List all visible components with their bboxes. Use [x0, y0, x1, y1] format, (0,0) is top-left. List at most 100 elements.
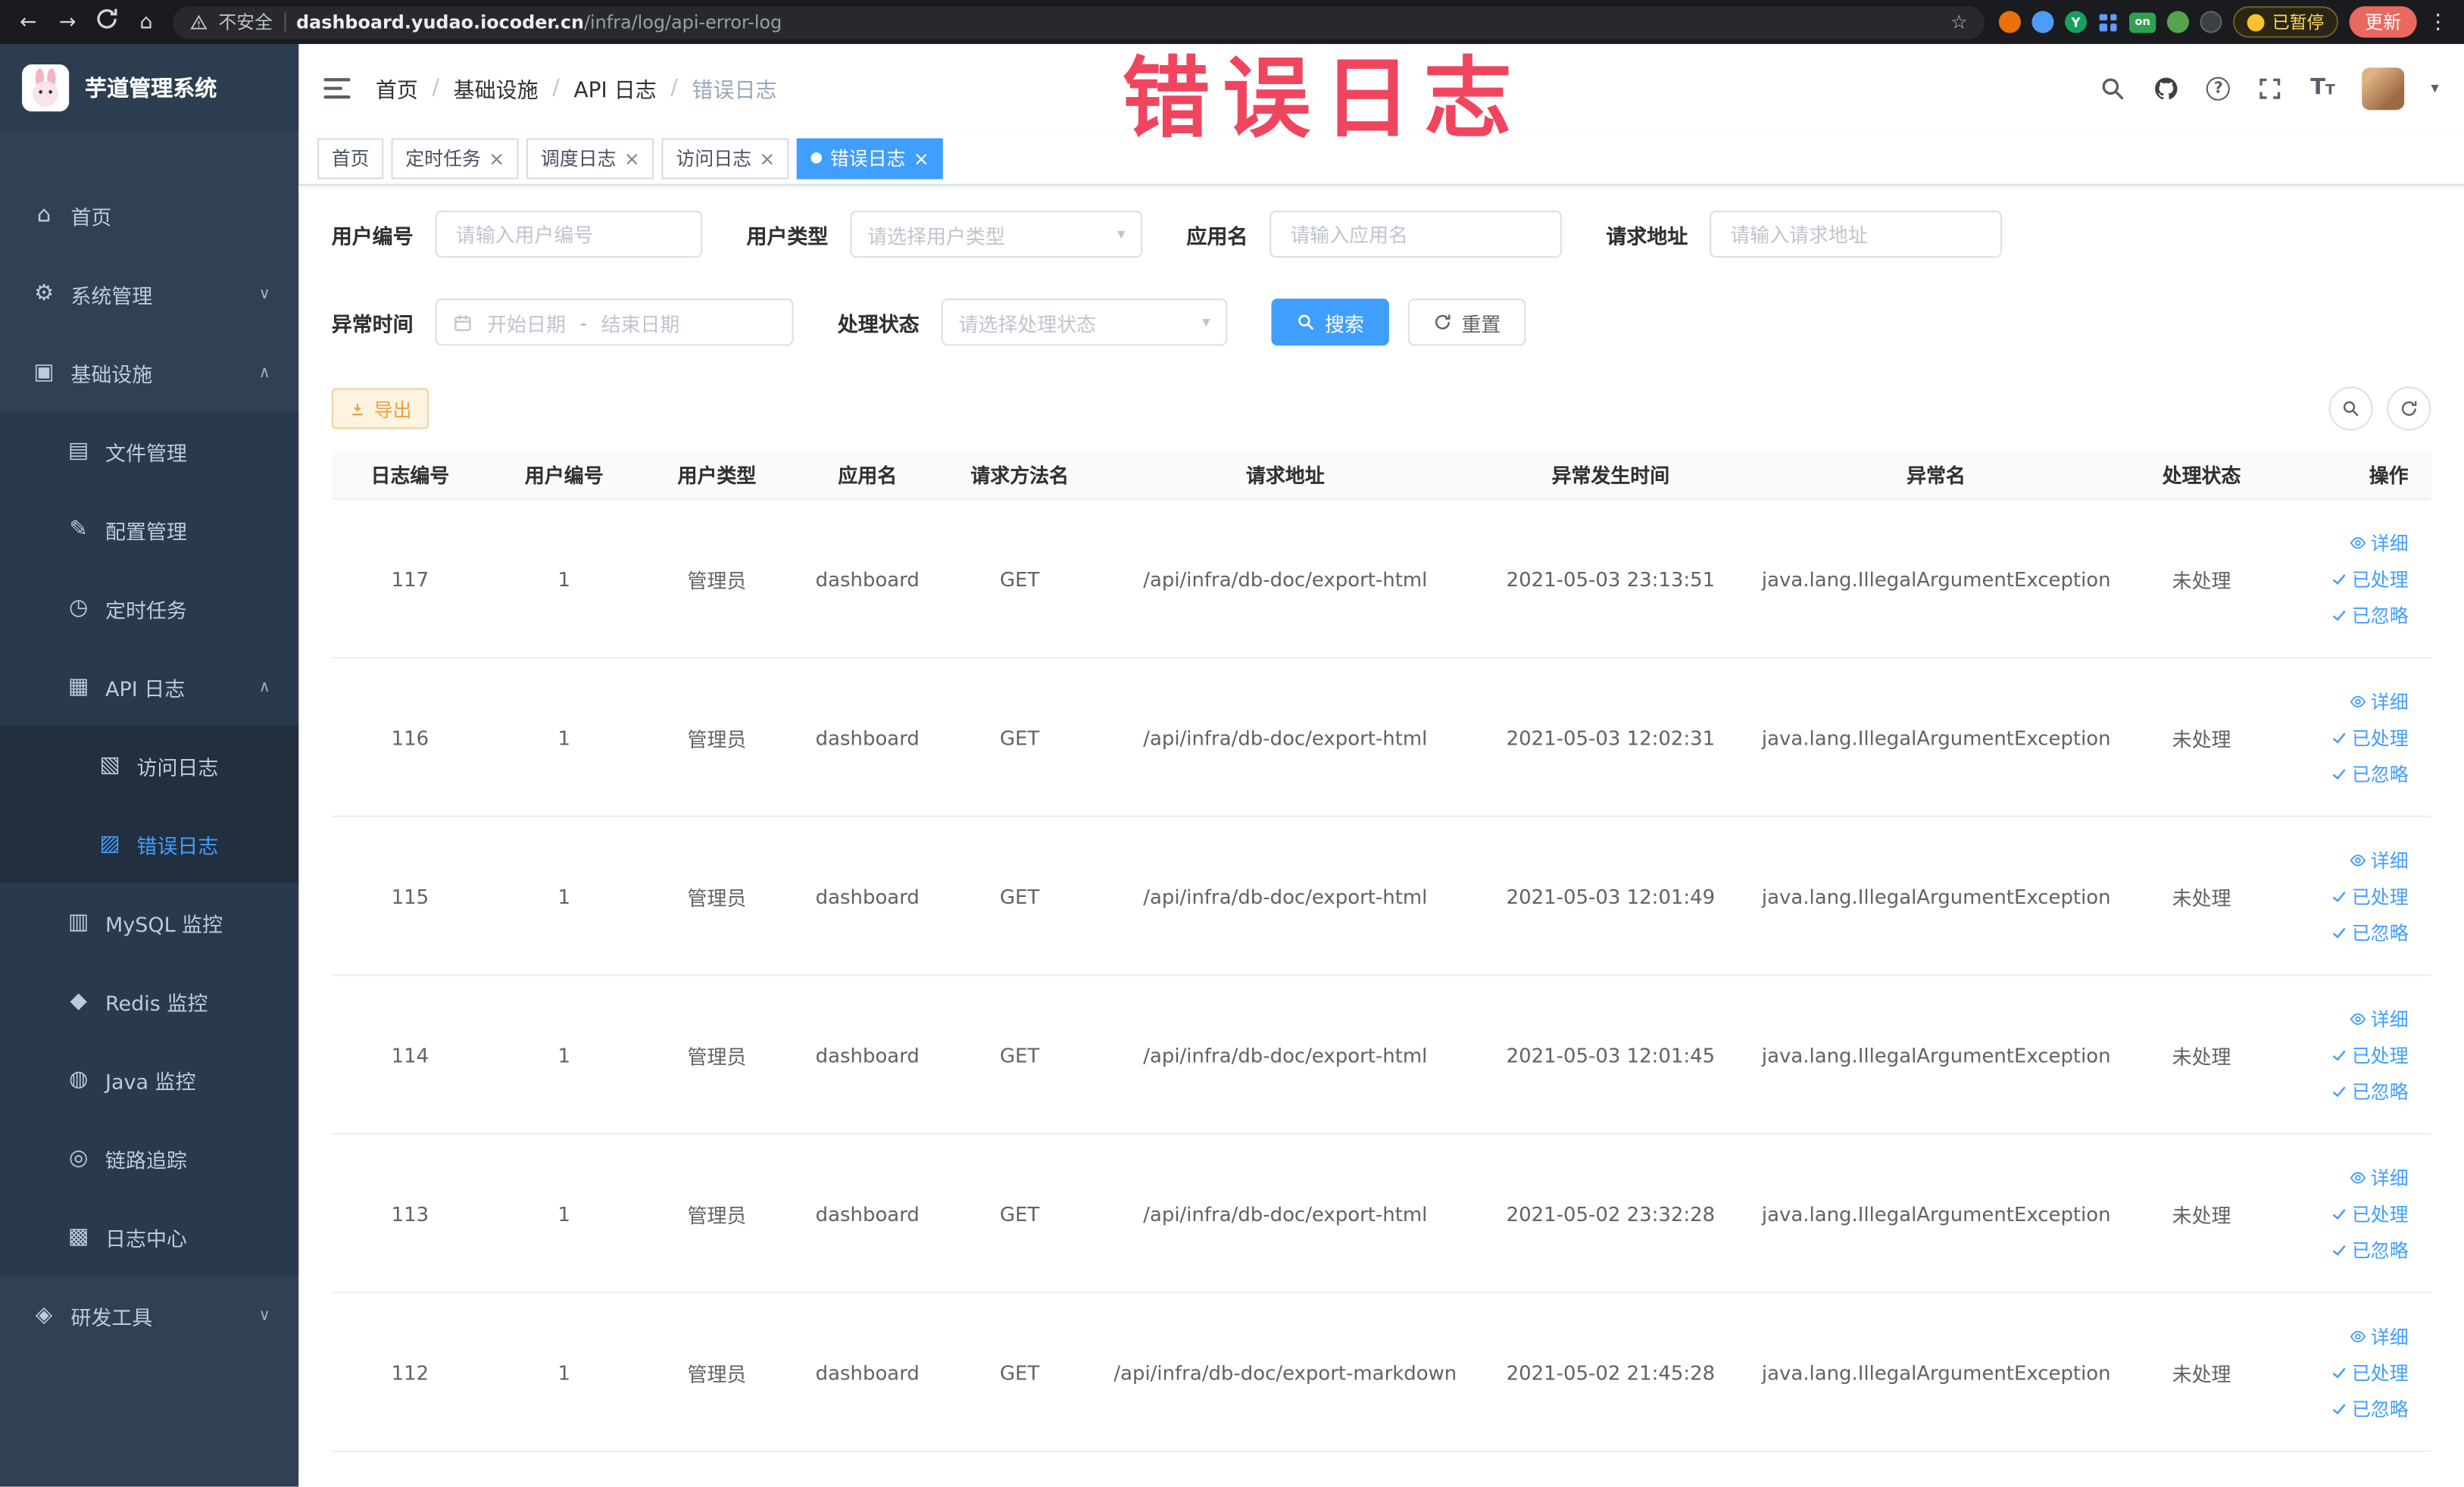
tag-schedule-log[interactable]: 调度日志 ×	[526, 137, 654, 179]
sidebar-item-devtools[interactable]: ◈ 研发工具 ∨	[0, 1276, 298, 1355]
request-url-input[interactable]	[1710, 210, 2003, 258]
tag-error-log[interactable]: 错误日志 ×	[797, 137, 944, 179]
detail-link-label: 详细	[2370, 849, 2409, 872]
caret-down-icon[interactable]: ▾	[2431, 80, 2438, 97]
sidebar-item-api-log[interactable]: ▦ API 日志 ∧	[0, 647, 299, 726]
extension-on-icon[interactable]: on	[2129, 11, 2156, 33]
redis-icon: ◆	[70, 988, 87, 1014]
sidebar-item-infrastructure[interactable]: ▣ 基础设施 ∧	[0, 333, 298, 412]
reload-icon[interactable]	[94, 6, 119, 37]
sidebar-item-mysql-monitor[interactable]: ▥ MySQL 监控	[0, 883, 299, 962]
date-range-picker[interactable]: 开始日期 - 结束日期	[435, 298, 794, 346]
detail-link[interactable]: 详细	[2349, 529, 2409, 555]
cell-url: /api/infra/db-doc/export-html	[1143, 725, 1428, 749]
table-row: 113 1 管理员 dashboard GET /api/infra/db-do…	[331, 1135, 2431, 1294]
paused-badge[interactable]: 已暂停	[2233, 6, 2339, 38]
ignore-link[interactable]: 已忽略	[2330, 601, 2409, 628]
breadcrumb-item[interactable]: API 日志	[573, 72, 656, 104]
breadcrumb-item[interactable]: 基础设施	[454, 72, 539, 104]
chrome-update-button[interactable]: 更新	[2349, 6, 2417, 38]
processed-link[interactable]: 已处理	[2330, 1200, 2409, 1226]
refresh-button[interactable]	[2387, 386, 2431, 431]
breadcrumb-separator: /	[552, 75, 560, 101]
url-path: /infra/log/api-error-log	[584, 11, 782, 33]
hide-search-button[interactable]	[2328, 386, 2373, 431]
logo-row[interactable]: 芋道管理系统	[0, 44, 299, 133]
process-status-select[interactable]: 请选择处理状态 ▾	[941, 298, 1228, 346]
processed-link[interactable]: 已处理	[2330, 1041, 2409, 1067]
detail-link[interactable]: 详细	[2349, 1164, 2409, 1190]
sidebar-item-system-manage[interactable]: ⚙ 系统管理 ∨	[0, 255, 298, 333]
cell-exception: java.lang.IllegalArgumentException	[1761, 566, 2111, 591]
sidebar-item-label: 定时任务	[105, 599, 187, 623]
tag-scheduled-task[interactable]: 定时任务 ×	[391, 137, 519, 179]
export-button[interactable]: 导出	[331, 388, 429, 430]
cell-status: 未处理	[2172, 886, 2231, 910]
sidebar-item-scheduled-task[interactable]: ◷ 定时任务	[0, 569, 299, 648]
sidebar-item-log-center[interactable]: ▩ 日志中心	[0, 1197, 299, 1276]
extension-leaf-icon[interactable]	[2166, 11, 2189, 33]
address-bar[interactable]: 不安全 dashboard.yudao.iocoder.cn/infra/log…	[173, 5, 1985, 39]
cell-app: dashboard	[815, 1042, 920, 1067]
sidebar-item-java-monitor[interactable]: ◍ Java 监控	[0, 1040, 299, 1120]
avatar[interactable]	[2362, 67, 2405, 110]
sidebar-fold-icon[interactable]	[323, 77, 351, 100]
bookmark-star-icon[interactable]: ☆	[1950, 11, 1967, 33]
home-icon[interactable]: ⌂	[133, 10, 158, 33]
sidebar-item-error-log[interactable]: ▨ 错误日志	[0, 804, 299, 883]
sidebar-item-config-manage[interactable]: ✎ 配置管理	[0, 490, 299, 570]
sidebar-item-access-log[interactable]: ▧ 访问日志	[0, 726, 299, 805]
ignore-link[interactable]: 已忽略	[2330, 1395, 2409, 1421]
sidebar-item-label: 文件管理	[105, 442, 187, 467]
detail-link[interactable]: 详细	[2349, 1323, 2409, 1349]
sidebar-item-trace[interactable]: ◎ 链路追踪	[0, 1119, 299, 1198]
processed-link[interactable]: 已处理	[2330, 1358, 2409, 1385]
processed-link-label: 已处理	[2351, 1203, 2409, 1226]
help-icon[interactable]: ?	[2206, 76, 2231, 100]
tag-access-log[interactable]: 访问日志 ×	[661, 137, 789, 179]
ignore-link[interactable]: 已忽略	[2330, 1077, 2409, 1104]
sidebar-item-redis-monitor[interactable]: ◆ Redis 监控	[0, 961, 299, 1041]
detail-link[interactable]: 详细	[2349, 1005, 2409, 1032]
user-id-input[interactable]	[435, 210, 703, 258]
chrome-menu-icon[interactable]: ⋮	[2428, 10, 2448, 33]
table-header: 日志编号 用户编号 用户类型 应用名 请求方法名 请求地址 异常发生时间 异常名…	[331, 449, 2431, 500]
forward-icon[interactable]: →	[55, 10, 80, 33]
sidebar-item-file-manage[interactable]: ▤ 文件管理	[0, 411, 299, 491]
extension-grid-icon[interactable]	[2098, 12, 2119, 33]
close-icon[interactable]: ×	[489, 147, 504, 169]
sidebar-item-home[interactable]: ⌂ 首页	[0, 176, 298, 255]
breadcrumb-current: 错误日志	[692, 78, 777, 104]
app-name-input[interactable]	[1269, 210, 1563, 258]
tag-home[interactable]: 首页	[317, 137, 384, 179]
breadcrumb-item[interactable]: 首页	[376, 72, 418, 104]
ignore-link[interactable]: 已忽略	[2330, 760, 2409, 786]
processed-link[interactable]: 已处理	[2330, 883, 2409, 909]
close-icon[interactable]: ×	[624, 147, 640, 169]
search-button[interactable]: 搜索	[1271, 298, 1390, 346]
close-icon[interactable]: ×	[913, 147, 929, 169]
user-type-select[interactable]: 请选择用户类型 ▾	[850, 210, 1143, 258]
github-icon[interactable]	[2153, 75, 2180, 102]
reset-button[interactable]: 重置	[1407, 298, 1526, 346]
tag-label: 首页	[331, 148, 370, 170]
ignore-link[interactable]: 已忽略	[2330, 919, 2409, 945]
close-icon[interactable]: ×	[759, 147, 775, 169]
fullscreen-icon[interactable]	[2257, 75, 2284, 102]
ignore-link[interactable]: 已忽略	[2330, 1236, 2409, 1263]
font-size-icon[interactable]: TT	[2310, 77, 2335, 98]
cell-method: GET	[1000, 1360, 1040, 1384]
processed-link[interactable]: 已处理	[2330, 565, 2409, 592]
detail-link[interactable]: 详细	[2349, 846, 2409, 873]
processed-link[interactable]: 已处理	[2330, 723, 2409, 750]
extension-paw-icon[interactable]	[2200, 11, 2222, 33]
url-host: dashboard.yudao.iocoder.cn	[296, 11, 585, 33]
cell-status: 未处理	[2172, 1361, 2231, 1385]
back-icon[interactable]: ←	[16, 10, 41, 33]
extension-icon[interactable]: Y	[2065, 11, 2088, 33]
caret-down-icon: ▾	[1202, 313, 1210, 331]
extension-icon[interactable]	[2031, 11, 2054, 33]
search-icon[interactable]	[2100, 75, 2126, 102]
extension-icon[interactable]	[1998, 11, 2021, 33]
detail-link[interactable]: 详细	[2349, 688, 2409, 714]
